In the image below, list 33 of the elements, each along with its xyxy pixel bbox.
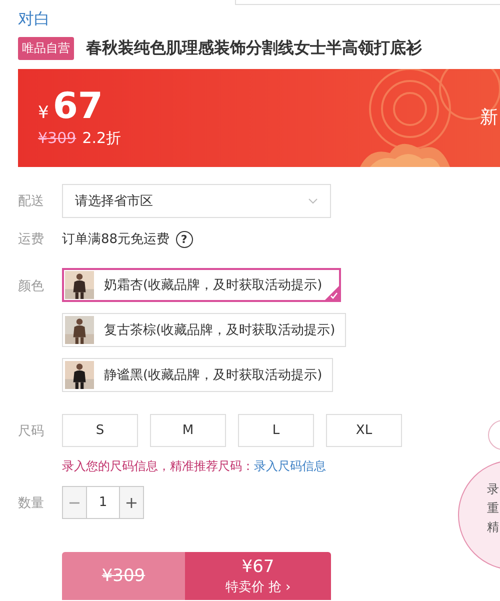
region-dropdown[interactable]: 请选择省市区 xyxy=(62,184,331,218)
size-hint: 录入您的尺码信息，精准推荐尺码： xyxy=(62,458,254,475)
sale-price: 67 xyxy=(52,87,103,127)
field-label: 配送 xyxy=(18,193,45,210)
size-option[interactable]: XL xyxy=(326,414,402,447)
original-price: ¥309 xyxy=(38,129,76,148)
original-price-panel: ¥309 xyxy=(62,552,185,600)
field-label: 运费 xyxy=(18,231,45,248)
brand-link[interactable]: 对白 xyxy=(18,8,50,30)
chevron-down-icon xyxy=(308,198,318,204)
size-option[interactable]: M xyxy=(150,414,226,447)
bubble-text: 精 xyxy=(487,519,499,536)
size-option[interactable]: L xyxy=(238,414,314,447)
banner-text: 新 xyxy=(480,106,498,129)
discount-text: 2.2折 xyxy=(82,129,122,148)
help-icon[interactable]: ? xyxy=(176,230,193,248)
color-option[interactable]: 奶霜杏(收藏品牌，及时获取活动提示) xyxy=(62,268,342,302)
product-title: 春秋装纯色肌理感装饰分割线女士半高领打底衫 xyxy=(86,38,422,59)
field-label: 颜色 xyxy=(18,278,45,295)
buy-button[interactable]: ¥67 特卖价 抢 › xyxy=(185,552,331,600)
field-label: 尺码 xyxy=(18,422,45,440)
checkmark-icon xyxy=(325,286,340,300)
currency-sign: ¥ xyxy=(38,103,49,123)
size-info-link[interactable]: 录入尺码信息 xyxy=(254,458,326,475)
plus-button[interactable]: + xyxy=(120,487,143,518)
color-option[interactable]: 静谧黑(收藏品牌，及时获取活动提示) xyxy=(62,358,334,392)
color-option[interactable]: 复古茶棕(收藏品牌，及时获取活动提示) xyxy=(62,313,346,347)
shipping-text: 订单满88元免运费 xyxy=(62,231,170,248)
size-option[interactable]: S xyxy=(62,414,138,447)
bubble-text: 录 xyxy=(487,481,499,498)
self-operated-badge: 唯品自营 xyxy=(18,37,74,60)
field-label: 数量 xyxy=(18,494,45,512)
bubble-text: 重 xyxy=(487,500,499,517)
